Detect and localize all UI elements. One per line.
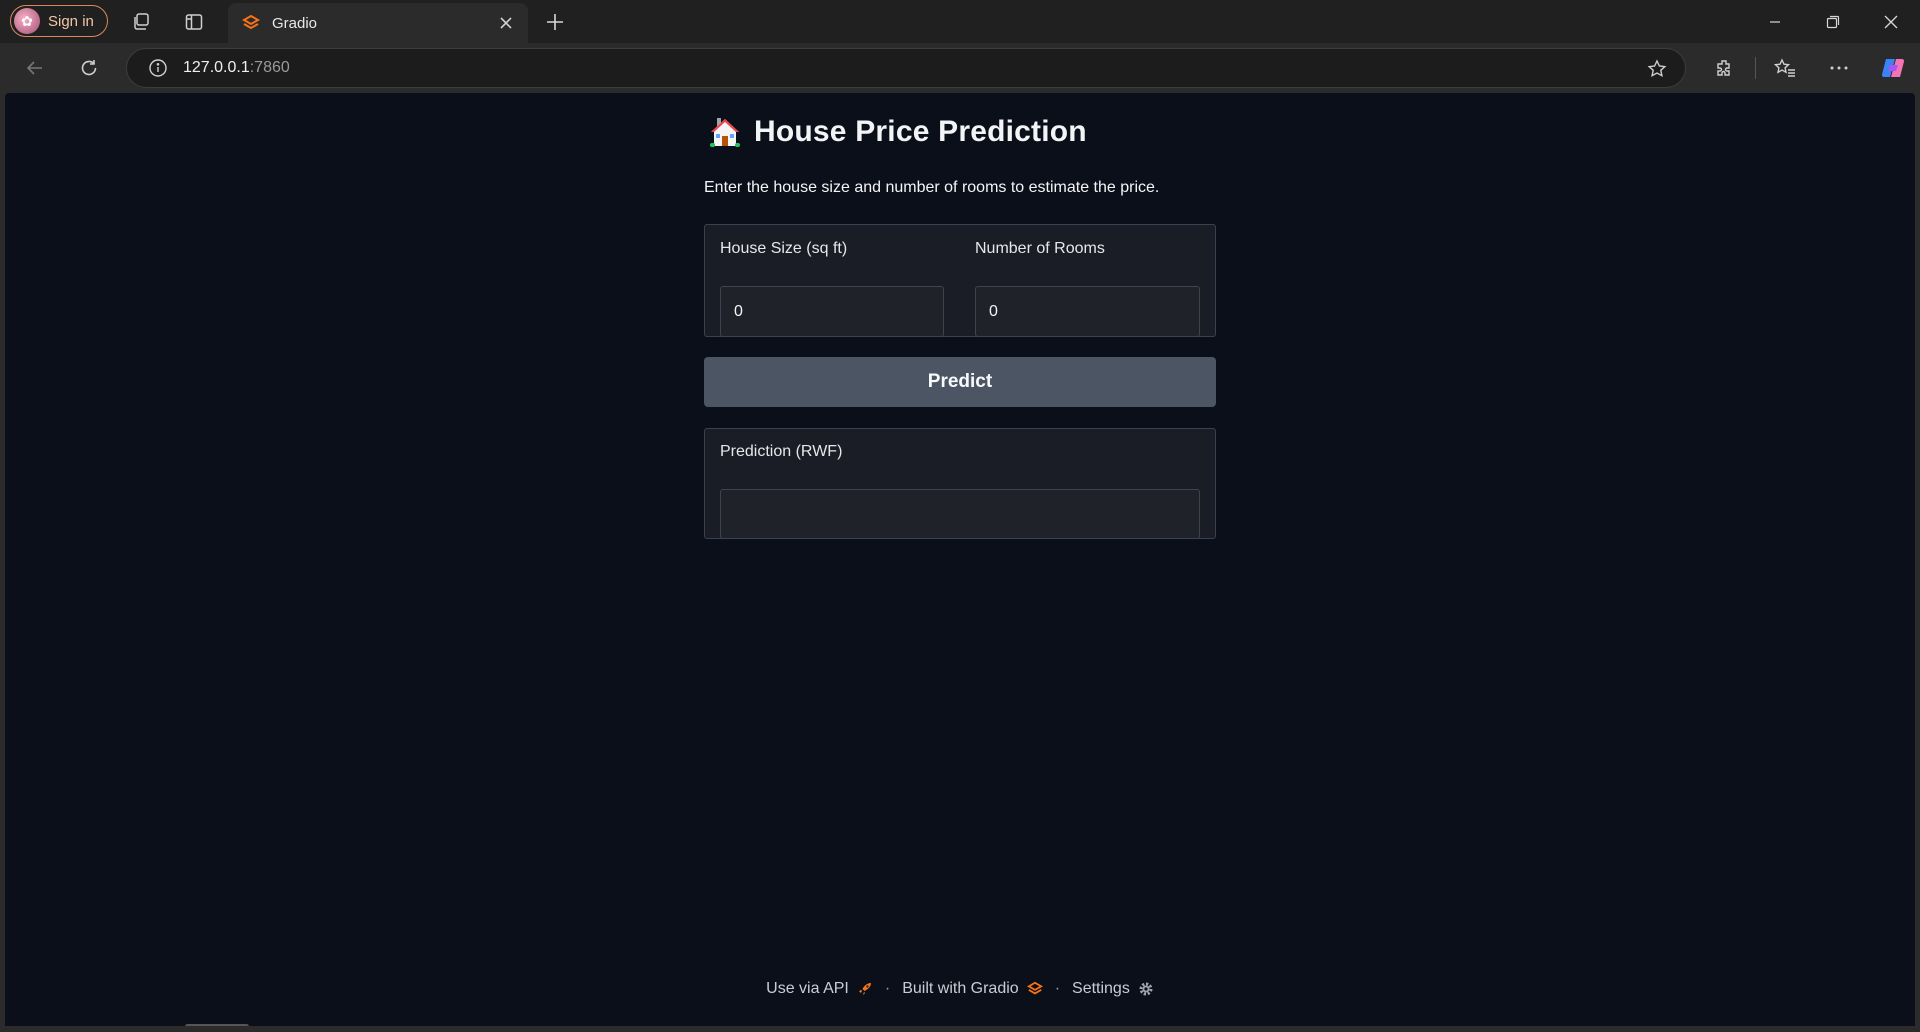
house-size-input[interactable]: 0 [720, 286, 944, 337]
close-tab-icon[interactable] [492, 9, 520, 37]
favorites-icon[interactable] [1770, 53, 1800, 83]
rooms-field: Number of Rooms 0 [975, 240, 1200, 337]
house-size-field: House Size (sq ft) 0 [720, 240, 944, 337]
browser-toolbar: 127.0.0.1:7860 [0, 43, 1920, 93]
restore-icon[interactable] [1810, 6, 1856, 38]
rooms-input[interactable]: 0 [975, 286, 1200, 337]
url-port: :7860 [249, 59, 290, 76]
prediction-output[interactable] [720, 489, 1200, 539]
toolbar-divider [1755, 57, 1756, 79]
app-title: House Price Prediction [754, 115, 1087, 148]
app-description: Enter the house size and number of rooms… [704, 179, 1160, 196]
url-text: 127.0.0.1:7860 [183, 59, 290, 77]
browser-tab-bar: ✿ Sign in Gradio [0, 0, 1920, 43]
predict-button[interactable]: Predict [704, 357, 1216, 407]
settings-link[interactable]: Settings [1072, 980, 1154, 998]
horizontal-scrollbar[interactable] [185, 1024, 249, 1026]
output-panel: Prediction (RWF) [704, 428, 1216, 539]
use-via-api-link[interactable]: Use via API [766, 980, 873, 998]
settings-label: Settings [1072, 980, 1130, 997]
address-bar[interactable]: 127.0.0.1:7860 [126, 48, 1686, 88]
tab-title: Gradio [272, 14, 318, 32]
vertical-tabs-icon[interactable] [182, 10, 206, 34]
page-viewport: House Price Prediction Enter the house s… [5, 93, 1915, 1026]
footer-separator: · [1054, 980, 1061, 997]
prediction-label: Prediction (RWF) [720, 443, 843, 460]
profile-sign-in-button[interactable]: ✿ Sign in [10, 5, 108, 37]
gradio-favicon-icon [242, 14, 260, 30]
rocket-icon [858, 983, 871, 995]
gradio-logo-icon [1026, 981, 1043, 995]
profile-avatar-icon: ✿ [14, 8, 40, 34]
back-icon[interactable] [20, 53, 50, 83]
page-title: House Price Prediction [708, 114, 1087, 150]
site-info-icon[interactable] [147, 57, 169, 79]
built-with-gradio-label: Built with Gradio [902, 980, 1019, 997]
built-with-gradio-link[interactable]: Built with Gradio [902, 980, 1043, 998]
more-options-icon[interactable] [1824, 53, 1854, 83]
workspaces-icon[interactable] [129, 10, 153, 34]
new-tab-icon[interactable] [541, 8, 569, 36]
gear-icon [1139, 982, 1153, 996]
sign-in-label: Sign in [48, 12, 94, 30]
input-panel: House Size (sq ft) 0 Number of Rooms 0 [704, 224, 1216, 337]
house-icon [710, 118, 740, 147]
extensions-icon[interactable] [1709, 53, 1739, 83]
favorite-star-icon[interactable] [1645, 57, 1669, 81]
refresh-icon[interactable] [74, 53, 104, 83]
use-via-api-label: Use via API [766, 980, 849, 997]
close-window-icon[interactable] [1868, 6, 1914, 38]
minimize-icon[interactable] [1752, 6, 1798, 38]
url-host: 127.0.0.1 [183, 59, 250, 76]
rooms-label: Number of Rooms [975, 240, 1105, 257]
prediction-field: Prediction (RWF) [720, 443, 1200, 540]
copilot-icon[interactable] [1878, 53, 1908, 83]
tab-gradio[interactable]: Gradio [228, 3, 528, 43]
house-size-label: House Size (sq ft) [720, 240, 848, 257]
footer-separator: · [884, 980, 891, 997]
page-footer: Use via API · Built with Gradio · Settin… [5, 980, 1915, 998]
